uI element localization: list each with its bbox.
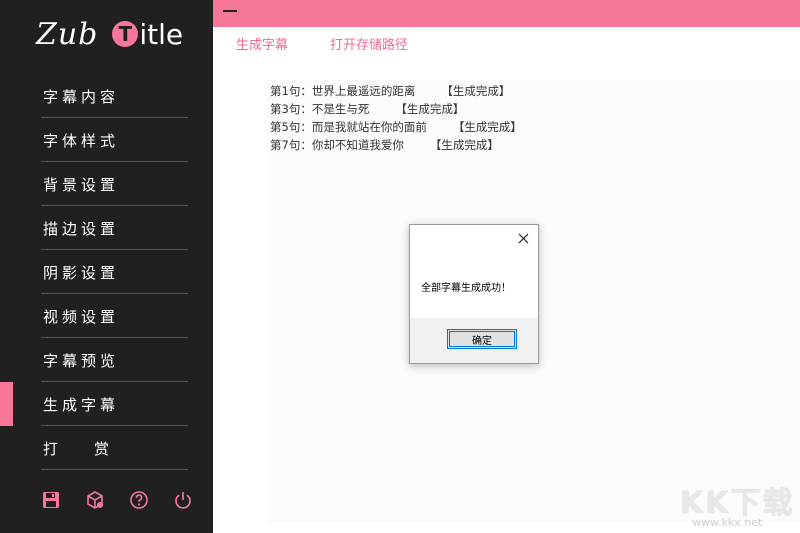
divider <box>41 469 188 470</box>
log-line-status: 【生成完成】 <box>395 102 465 116</box>
success-dialog: 全部字幕生成成功！ 确定 <box>409 224 539 364</box>
log-line: 第1句：世界上最遥远的距离 【生成完成】 <box>270 82 522 100</box>
active-marker <box>0 382 13 426</box>
log-line-text: 第5句：而是我就站在你的面前 <box>270 120 427 134</box>
sidebar-item-label: 背景设置 <box>43 176 120 194</box>
ok-button[interactable]: 确定 <box>447 329 517 349</box>
log-line: 第7句：你却不知道我爱你 【生成完成】 <box>270 136 522 154</box>
logo-rest-text: itle <box>139 17 184 51</box>
power-icon[interactable] <box>173 490 193 510</box>
sidebar-item-label: 视频设置 <box>43 308 120 326</box>
sidebar-item-label: 字幕预览 <box>43 352 120 370</box>
sidebar-item-label: 字体样式 <box>43 132 120 150</box>
open-storage-path-link[interactable]: 打开存储路径 <box>330 34 408 53</box>
log-line-status: 【生成完成】 <box>452 120 522 134</box>
watermark-url: www.kkx.net <box>692 516 763 529</box>
dialog-footer: 确定 <box>410 318 538 363</box>
sidebar-item-shadow[interactable]: 阴影设置 <box>0 250 213 294</box>
help-icon[interactable] <box>129 490 149 510</box>
log-line-text: 第3句：不是生与死 <box>270 102 370 116</box>
dialog-message: 全部字幕生成成功！ <box>421 283 511 294</box>
sidebar: Zub T itle 字幕内容 字体样式 背景设置 描边设置 阴影设置 视频设置 <box>0 0 213 533</box>
sidebar-menu: 字幕内容 字体样式 背景设置 描边设置 阴影设置 视频设置 字幕预览 生成字幕 … <box>0 74 213 470</box>
close-icon[interactable] <box>516 231 530 245</box>
sidebar-item-video[interactable]: 视频设置 <box>0 294 213 338</box>
sidebar-item-label: 打赏 <box>43 440 146 458</box>
log-line: 第3句：不是生与死 【生成完成】 <box>270 100 522 118</box>
sidebar-item-subtitle-content[interactable]: 字幕内容 <box>0 74 213 118</box>
title-bar <box>213 0 800 27</box>
logo-t-badge: T <box>112 21 139 47</box>
log-line-text: 第1句：世界上最遥远的距离 <box>270 84 416 98</box>
sidebar-item-preview[interactable]: 字幕预览 <box>0 338 213 382</box>
log-line: 第5句：而是我就站在你的面前 【生成完成】 <box>270 118 522 136</box>
log-lines: 第1句：世界上最遥远的距离 【生成完成】 第3句：不是生与死 【生成完成】 第5句：… <box>270 82 522 154</box>
logo-script-text: Zub <box>36 16 99 52</box>
sidebar-item-donate[interactable]: 打赏 <box>0 426 213 470</box>
site-watermark: KK下载 www.kkx.net <box>678 478 796 530</box>
sidebar-item-label: 阴影设置 <box>43 264 120 282</box>
sidebar-item-stroke[interactable]: 描边设置 <box>0 206 213 250</box>
sidebar-bottom-icons <box>41 490 193 510</box>
save-icon[interactable] <box>41 490 61 510</box>
app-logo: Zub T itle <box>36 14 183 54</box>
package-icon[interactable] <box>85 490 105 510</box>
sidebar-item-background[interactable]: 背景设置 <box>0 162 213 206</box>
log-line-status: 【生成完成】 <box>441 84 511 98</box>
log-line-status: 【生成完成】 <box>429 138 499 152</box>
generate-subtitles-link[interactable]: 生成字幕 <box>236 34 288 53</box>
sidebar-item-label: 字幕内容 <box>43 88 120 106</box>
minimize-icon[interactable] <box>223 10 237 12</box>
sidebar-item-generate[interactable]: 生成字幕 <box>0 382 213 426</box>
sidebar-item-label: 描边设置 <box>43 220 120 238</box>
log-line-text: 第7句：你却不知道我爱你 <box>270 138 404 152</box>
sidebar-item-font-style[interactable]: 字体样式 <box>0 118 213 162</box>
toolbar: 生成字幕 打开存储路径 <box>236 34 408 53</box>
sidebar-item-label: 生成字幕 <box>43 396 120 414</box>
